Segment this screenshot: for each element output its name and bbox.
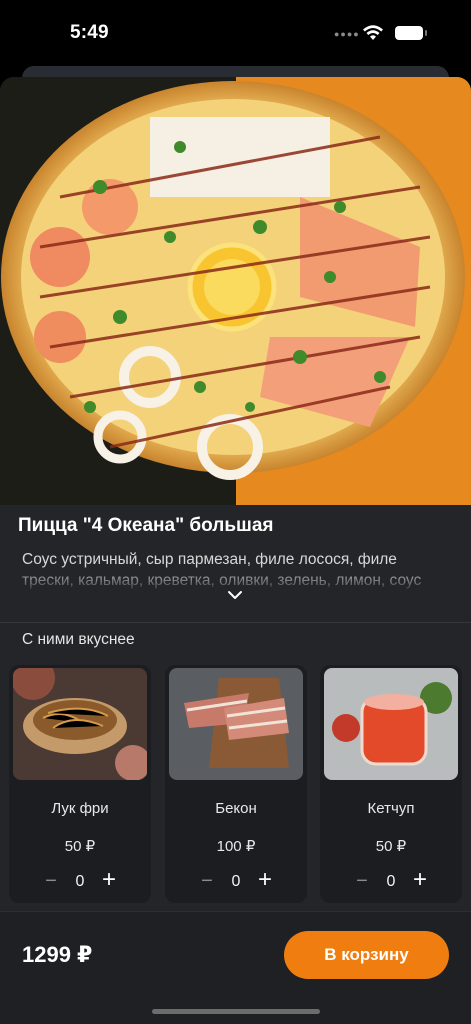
status-bar: 5:49 ●●●● <box>0 0 471 64</box>
addon-card-ketchup[interactable]: Кетчуп 50 ₽ − 0 + <box>320 665 462 903</box>
battery-icon <box>395 26 427 40</box>
addons-section-title: С ними вкуснее <box>22 631 135 648</box>
addon-name: Лук фри <box>51 800 109 817</box>
signal-icon: ●●●● <box>334 29 360 39</box>
addon-image-ketchup <box>324 668 458 780</box>
addon-image-onion <box>13 668 147 780</box>
plus-icon[interactable]: + <box>410 868 430 892</box>
quantity-stepper: − 0 + <box>320 868 462 893</box>
quantity-value: 0 <box>231 873 241 890</box>
addon-price: 100 ₽ <box>216 838 256 855</box>
addon-price: 50 ₽ <box>375 838 407 855</box>
plus-icon[interactable]: + <box>99 868 119 892</box>
divider <box>0 622 471 623</box>
total-price: 1299 ₽ <box>22 942 93 967</box>
addon-name: Кетчуп <box>367 800 415 817</box>
plus-icon[interactable]: + <box>255 868 275 892</box>
addon-name: Бекон <box>215 800 257 817</box>
add-to-cart-button[interactable]: В корзину <box>284 931 449 979</box>
home-indicator <box>152 1009 320 1014</box>
pizza-image <box>0 77 471 505</box>
addon-card-onion[interactable]: Лук фри 50 ₽ − 0 + <box>9 665 151 903</box>
minus-icon[interactable]: − <box>354 871 370 891</box>
product-sheet: Пицца "4 Океана" большая Соус устричный,… <box>0 77 471 1024</box>
quantity-stepper: − 0 + <box>9 868 151 893</box>
addon-price: 50 ₽ <box>64 838 96 855</box>
addon-image-bacon <box>169 668 303 780</box>
quantity-value: 0 <box>75 873 85 890</box>
quantity-value: 0 <box>386 873 396 890</box>
quantity-stepper: − 0 + <box>165 868 307 893</box>
minus-icon[interactable]: − <box>43 871 59 891</box>
checkout-bar: 1299 ₽ В корзину <box>0 911 471 1024</box>
wifi-icon <box>363 25 383 40</box>
product-title: Пицца "4 Океана" большая <box>18 515 274 536</box>
addon-card-bacon[interactable]: Бекон 100 ₽ − 0 + <box>165 665 307 903</box>
chevron-down-icon[interactable] <box>227 590 243 600</box>
minus-icon[interactable]: − <box>199 871 215 891</box>
status-time: 5:49 <box>70 22 109 43</box>
